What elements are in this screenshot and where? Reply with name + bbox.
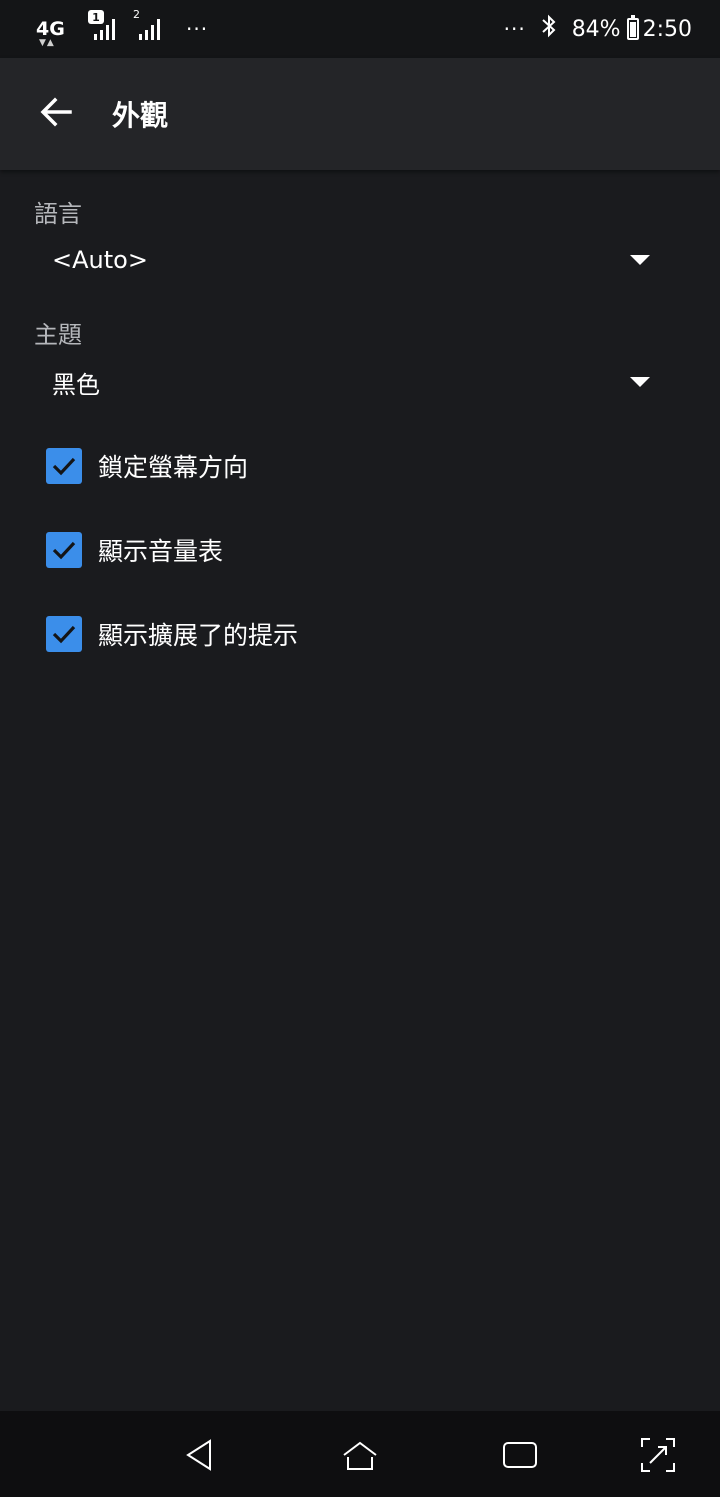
show-extended-hints-option[interactable]: 顯示擴展了的提示 (34, 602, 674, 666)
check-icon (52, 457, 76, 476)
check-icon (52, 541, 76, 560)
language-label: 語言 (34, 200, 82, 228)
system-nav-bar (0, 1411, 720, 1497)
recents-icon (503, 1442, 537, 1468)
home-icon (343, 1441, 377, 1470)
lock-orientation-checkbox[interactable] (46, 448, 82, 484)
show-extended-hints-checkbox[interactable] (46, 616, 82, 652)
more-status-icon: ··· (503, 17, 526, 41)
show-extended-hints-label: 顯示擴展了的提示 (98, 621, 299, 650)
app-bar: 外觀 (0, 58, 720, 170)
theme-dropdown[interactable]: 黑色 (34, 354, 674, 410)
sim1-badge: 1 (88, 10, 104, 24)
theme-value: 黑色 (52, 370, 100, 399)
language-dropdown[interactable]: <Auto> (34, 232, 674, 288)
network-type-icon: 4G ▼▲ (36, 17, 65, 47)
show-volume-meter-label: 顯示音量表 (98, 537, 224, 566)
data-activity-icon: ▼▲ (39, 37, 55, 48)
network-type-label: 4G (36, 17, 65, 40)
status-left: 4G ▼▲ 1 2 ··· (36, 8, 209, 47)
status-right: ··· 84% 2:50 (504, 14, 692, 44)
language-value: <Auto> (52, 246, 148, 274)
bluetooth-icon (540, 14, 558, 44)
more-notifications-icon: ··· (186, 17, 209, 41)
nav-back-button[interactable] (176, 1431, 224, 1479)
nav-recents-button[interactable] (496, 1431, 544, 1479)
arrow-left-icon (38, 94, 74, 134)
triangle-back-icon (186, 1439, 211, 1471)
signal-sim1-icon: 1 (88, 10, 115, 40)
show-volume-meter-checkbox[interactable] (46, 532, 82, 568)
back-button[interactable] (0, 58, 112, 170)
battery-icon (626, 15, 639, 40)
lock-orientation-label: 鎖定螢幕方向 (98, 453, 249, 482)
page-title: 外觀 (112, 99, 169, 132)
status-bar: 4G ▼▲ 1 2 ··· ··· 84% 2:50 (0, 0, 720, 58)
show-volume-meter-option[interactable]: 顯示音量表 (34, 518, 674, 582)
nav-home-button[interactable] (336, 1431, 384, 1479)
nav-screenshot-button[interactable] (634, 1431, 682, 1479)
theme-label: 主題 (34, 321, 82, 349)
caret-down-icon (630, 377, 650, 387)
signal-sim2-icon: 2 (133, 8, 160, 40)
battery-percent: 84% (571, 16, 621, 42)
lock-orientation-option[interactable]: 鎖定螢幕方向 (34, 434, 674, 498)
sim2-badge: 2 (133, 8, 140, 21)
expand-icon (641, 1438, 675, 1472)
check-icon (52, 625, 76, 644)
clock: 2:50 (642, 16, 692, 42)
caret-down-icon (630, 255, 650, 265)
